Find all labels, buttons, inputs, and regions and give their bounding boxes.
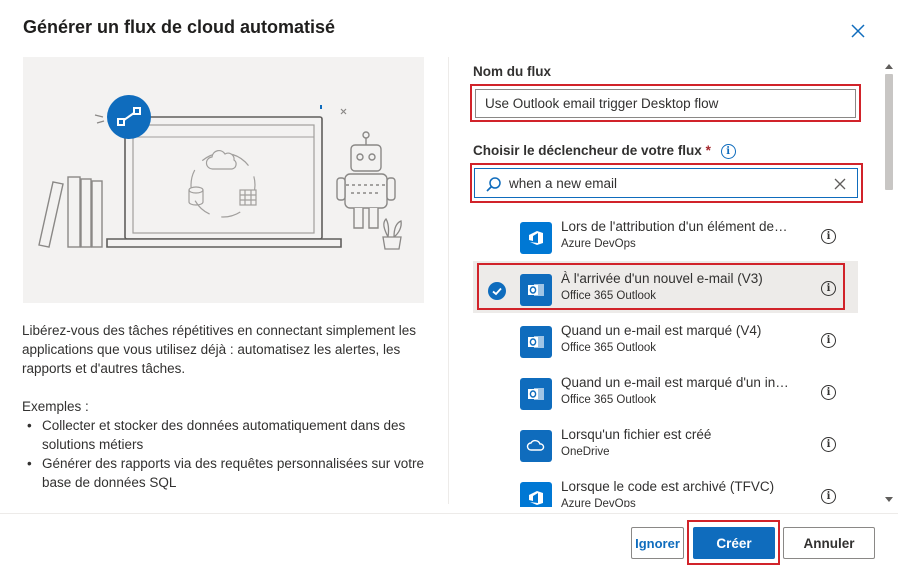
trigger-connector: OneDrive bbox=[561, 446, 610, 458]
trigger-item-email-flagged-in[interactable]: Quand un e-mail est marqué d'un in… Offi… bbox=[473, 365, 858, 417]
scrollbar-thumb[interactable] bbox=[885, 74, 893, 190]
trigger-connector: Office 365 Outlook bbox=[561, 342, 657, 354]
examples-list: Collecter et stocker des données automat… bbox=[22, 416, 432, 492]
flow-name-label: Nom du flux bbox=[473, 64, 551, 79]
footer-divider bbox=[0, 513, 898, 514]
required-mark: * bbox=[705, 143, 711, 158]
robot-illustration bbox=[336, 131, 396, 229]
example-item: Collecter et stocker des données automat… bbox=[22, 416, 432, 454]
trigger-item-file-created[interactable]: Lorsqu'un fichier est créé OneDrive i bbox=[473, 417, 858, 469]
trigger-item-azure-devops-assign[interactable]: Lors de l'attribution d'un élément de… A… bbox=[473, 209, 858, 261]
trigger-connector: Azure DevOps bbox=[561, 498, 636, 507]
info-icon[interactable]: i bbox=[821, 333, 836, 348]
trigger-title: Lorsqu'un fichier est créé bbox=[561, 427, 712, 442]
trigger-label-row: Choisir le déclencheur de votre flux * i bbox=[473, 143, 736, 159]
azure-devops-icon bbox=[520, 222, 552, 254]
trigger-connector: Azure DevOps bbox=[561, 238, 636, 250]
trigger-connector: Office 365 Outlook bbox=[561, 394, 657, 406]
info-icon[interactable]: i bbox=[821, 385, 836, 400]
description-panel: Libérez-vous des tâches répétitives en c… bbox=[22, 321, 432, 492]
scroll-up-icon[interactable] bbox=[885, 64, 893, 69]
onedrive-icon bbox=[520, 430, 552, 462]
trigger-search-box[interactable] bbox=[474, 168, 858, 198]
info-icon[interactable]: i bbox=[821, 437, 836, 452]
create-button[interactable]: Créer bbox=[693, 527, 775, 559]
info-icon[interactable]: i bbox=[821, 229, 836, 244]
highlight-box bbox=[477, 263, 845, 310]
trigger-item-code-checkin[interactable]: Lorsque le code est archivé (TFVC) Azure… bbox=[473, 469, 858, 507]
search-icon bbox=[485, 176, 502, 198]
panel-divider bbox=[448, 57, 449, 504]
scroll-down-icon[interactable] bbox=[885, 497, 893, 502]
outlook-icon bbox=[520, 378, 552, 410]
trigger-list: Lors de l'attribution d'un élément de… A… bbox=[473, 209, 858, 507]
info-icon[interactable]: i bbox=[821, 489, 836, 504]
clear-icon[interactable] bbox=[834, 177, 846, 195]
plant-illustration bbox=[382, 217, 402, 250]
hero-illustration bbox=[23, 57, 424, 303]
books-illustration bbox=[38, 176, 103, 248]
trigger-label: Choisir le déclencheur de votre flux bbox=[473, 143, 702, 158]
trigger-search-input[interactable] bbox=[509, 173, 809, 193]
example-item: Générer des rapports via des requêtes pe… bbox=[22, 454, 432, 492]
trigger-item-email-flagged-v4[interactable]: Quand un e-mail est marqué (V4) Office 3… bbox=[473, 313, 858, 365]
trigger-title: Quand un e-mail est marqué d'un in… bbox=[561, 375, 789, 390]
outlook-icon bbox=[520, 326, 552, 358]
close-icon[interactable] bbox=[849, 22, 867, 40]
flow-name-input[interactable] bbox=[475, 89, 856, 118]
trigger-title: Lorsque le code est archivé (TFVC) bbox=[561, 479, 775, 494]
cancel-button[interactable]: Annuler bbox=[783, 527, 875, 559]
laptop-illustration bbox=[106, 116, 342, 248]
dialog-title: Générer un flux de cloud automatisé bbox=[23, 17, 336, 37]
scrollbar[interactable] bbox=[882, 60, 896, 506]
azure-devops-icon bbox=[520, 482, 552, 507]
description-text: Libérez-vous des tâches répétitives en c… bbox=[22, 323, 416, 376]
ignore-button[interactable]: Ignorer bbox=[631, 527, 684, 559]
trigger-title: Lors de l'attribution d'un élément de… bbox=[561, 219, 788, 234]
trigger-title: Quand un e-mail est marqué (V4) bbox=[561, 323, 762, 338]
info-icon[interactable]: i bbox=[720, 143, 736, 159]
examples-label: Exemples : bbox=[22, 399, 89, 414]
